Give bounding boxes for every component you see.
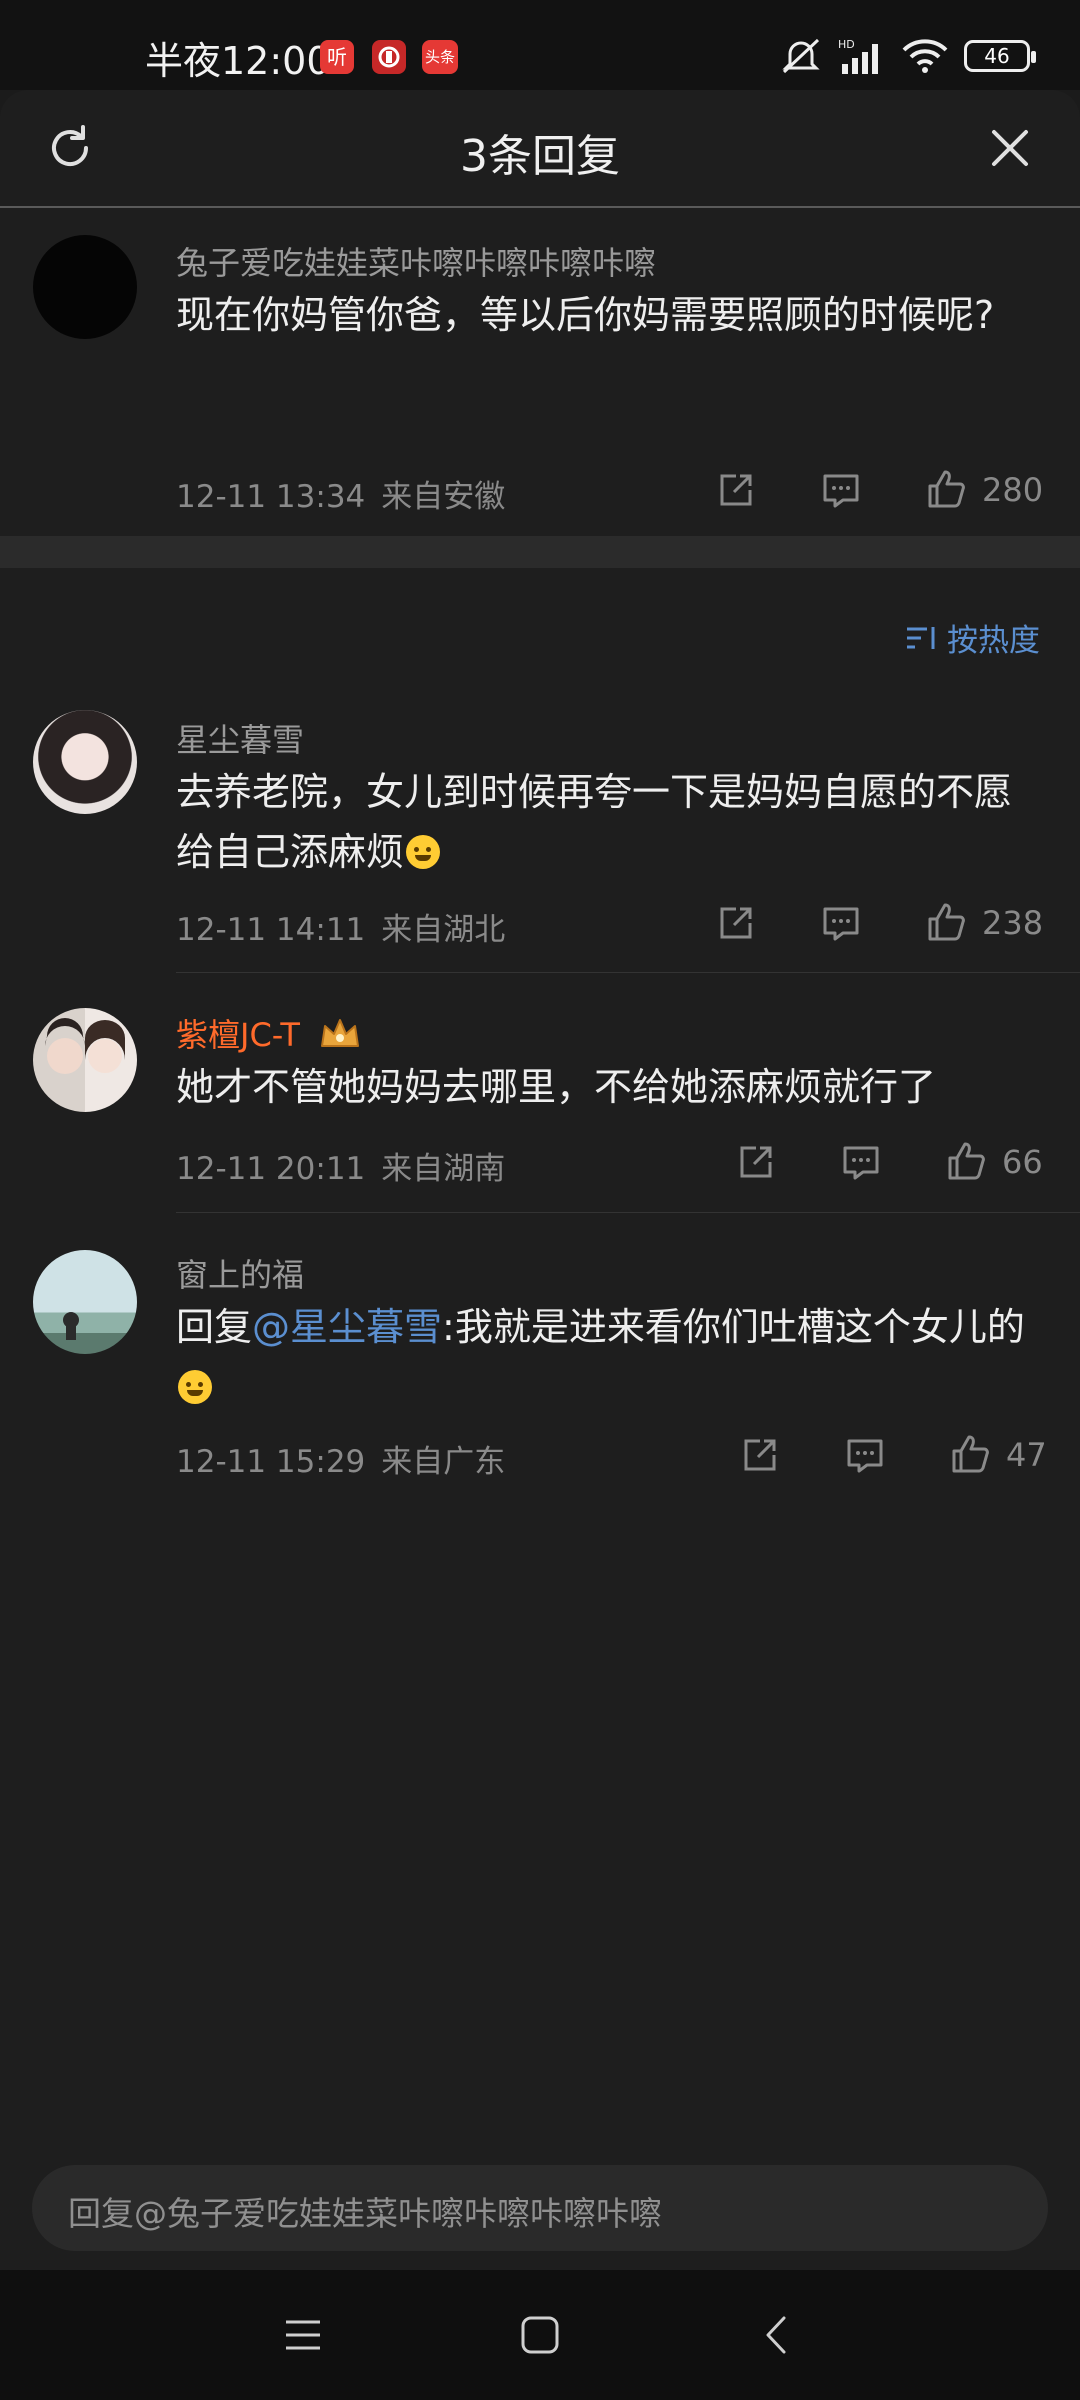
parent-username[interactable]: 兔子爱吃娃娃菜咔嚓咔嚓咔嚓咔嚓: [176, 238, 656, 284]
reply-button[interactable]: [839, 1137, 883, 1187]
comment-location: 来自湖南: [381, 1151, 506, 1187]
replies-sheet: 3条回复 兔子爱吃娃娃菜咔嚓咔嚓咔嚓咔嚓 现在你妈管你爸，等以后你妈需要照顾的时…: [0, 90, 1080, 2270]
thumbs-up-icon: [952, 1435, 989, 1473]
parent-avatar[interactable]: [33, 235, 137, 339]
comment-time: 12-11 20:11: [176, 1151, 366, 1187]
divider: [176, 1212, 1080, 1213]
system-nav-bar: [0, 2270, 1080, 2400]
share-button[interactable]: [714, 898, 758, 948]
comment-icon: [823, 907, 859, 941]
share-icon: [740, 1146, 772, 1178]
sort-label: 按热度: [947, 623, 1040, 659]
reply-text[interactable]: 回复@星尘暮雪:我就是进来看你们吐槽这个女儿的: [176, 1297, 1046, 1417]
comment-time: 12-11 14:11: [176, 912, 366, 948]
sort-by-hot-button[interactable]: 按热度: [905, 615, 1040, 660]
svg-text:HD: HD: [838, 38, 855, 51]
wifi-icon: [902, 39, 948, 73]
status-bar: 半夜12:00 听 头条 HD 46: [0, 0, 1080, 90]
sort-icon: [907, 626, 935, 649]
comment-location: 来自湖北: [381, 912, 506, 948]
app-notification-icon-toutiao: 头条: [422, 40, 458, 74]
app-notification-icon-listen: 听: [320, 40, 354, 74]
mute-vibrate-icon: [782, 38, 820, 74]
reply-username[interactable]: 星尘暮雪: [176, 715, 304, 761]
like-count: 238: [982, 904, 1044, 942]
like-count: 47: [1006, 1436, 1047, 1474]
reply-username[interactable]: 窗上的福: [176, 1250, 304, 1296]
reply-text[interactable]: 她才不管她妈妈去哪里，不给她添麻烦就行了: [176, 1057, 1046, 1117]
reply-input-placeholder: 回复@兔子爱吃娃娃菜咔嚓咔嚓咔嚓咔嚓: [68, 2194, 662, 2233]
mention-link[interactable]: @星尘暮雪: [252, 1305, 442, 1349]
divider: [176, 972, 1080, 973]
reply-button[interactable]: [843, 1430, 887, 1480]
like-button[interactable]: 66: [944, 1137, 1043, 1187]
app-notification-icon-bank: [372, 40, 406, 74]
comment-time: 12-11 13:34: [176, 479, 366, 515]
battery-icon: 46: [964, 40, 1036, 72]
like-button[interactable]: 238: [924, 898, 1043, 948]
reply-username[interactable]: 紫檀JC-T: [176, 1016, 300, 1054]
reply-username-vip[interactable]: 紫檀JC-T: [176, 1010, 362, 1056]
parent-comment-meta: 12-11 13:34 来自安徽 280: [176, 465, 1050, 515]
avatar[interactable]: [33, 710, 137, 814]
reply-input[interactable]: 回复@兔子爱吃娃娃菜咔嚓咔嚓咔嚓咔嚓: [32, 2165, 1048, 2251]
thumbs-up-icon: [928, 903, 965, 941]
parent-comment-text[interactable]: 现在你妈管你爸，等以后你妈需要照顾的时候呢?: [176, 285, 1046, 345]
thumbs-up-icon: [928, 470, 965, 508]
reply-button[interactable]: [819, 465, 863, 515]
comment-icon: [843, 1146, 879, 1180]
signal-icon: HD: [838, 38, 878, 74]
share-icon: [720, 474, 752, 506]
vip-crown-icon: [321, 1019, 360, 1047]
share-icon: [744, 1439, 776, 1471]
home-icon[interactable]: [517, 2312, 563, 2358]
section-separator: [0, 536, 1080, 568]
like-button[interactable]: 47: [948, 1430, 1047, 1480]
comment-icon: [847, 1439, 883, 1473]
reply-meta: 12-11 15:29 来自广东 47: [176, 1430, 1050, 1480]
status-icons: HD 46: [778, 36, 1036, 76]
reply-meta: 12-11 20:11 来自湖南 66: [176, 1137, 1050, 1187]
reply-meta: 12-11 14:11 来自湖北 238: [176, 898, 1050, 948]
close-icon[interactable]: [980, 118, 1040, 178]
page-title: 3条回复: [460, 131, 620, 182]
like-count: 66: [1002, 1143, 1043, 1181]
reply-text[interactable]: 去养老院，女儿到时候再夸一下是妈妈自愿的不愿给自己添麻烦: [176, 762, 1046, 882]
crying-emoji-icon: [406, 835, 441, 869]
back-icon[interactable]: [754, 2312, 800, 2358]
status-time: 半夜12:00: [145, 39, 331, 83]
menu-icon[interactable]: [280, 2312, 326, 2358]
comment-location: 来自广东: [381, 1444, 506, 1480]
like-count: 280: [982, 471, 1044, 509]
like-button[interactable]: 280: [924, 465, 1043, 515]
reply-button[interactable]: [819, 898, 863, 948]
sheet-header: 3条回复: [0, 90, 1080, 208]
avatar[interactable]: [33, 1008, 137, 1112]
avatar[interactable]: [33, 1250, 137, 1354]
share-button[interactable]: [714, 465, 758, 515]
share-button[interactable]: [738, 1430, 782, 1480]
comment-icon: [823, 474, 859, 508]
thumbs-up-icon: [948, 1142, 985, 1180]
comment-location: 来自安徽: [381, 479, 506, 515]
comment-time: 12-11 15:29: [176, 1444, 366, 1480]
share-button[interactable]: [734, 1137, 778, 1187]
laughing-tears-emoji-icon: [178, 1370, 212, 1404]
share-icon: [720, 907, 752, 939]
